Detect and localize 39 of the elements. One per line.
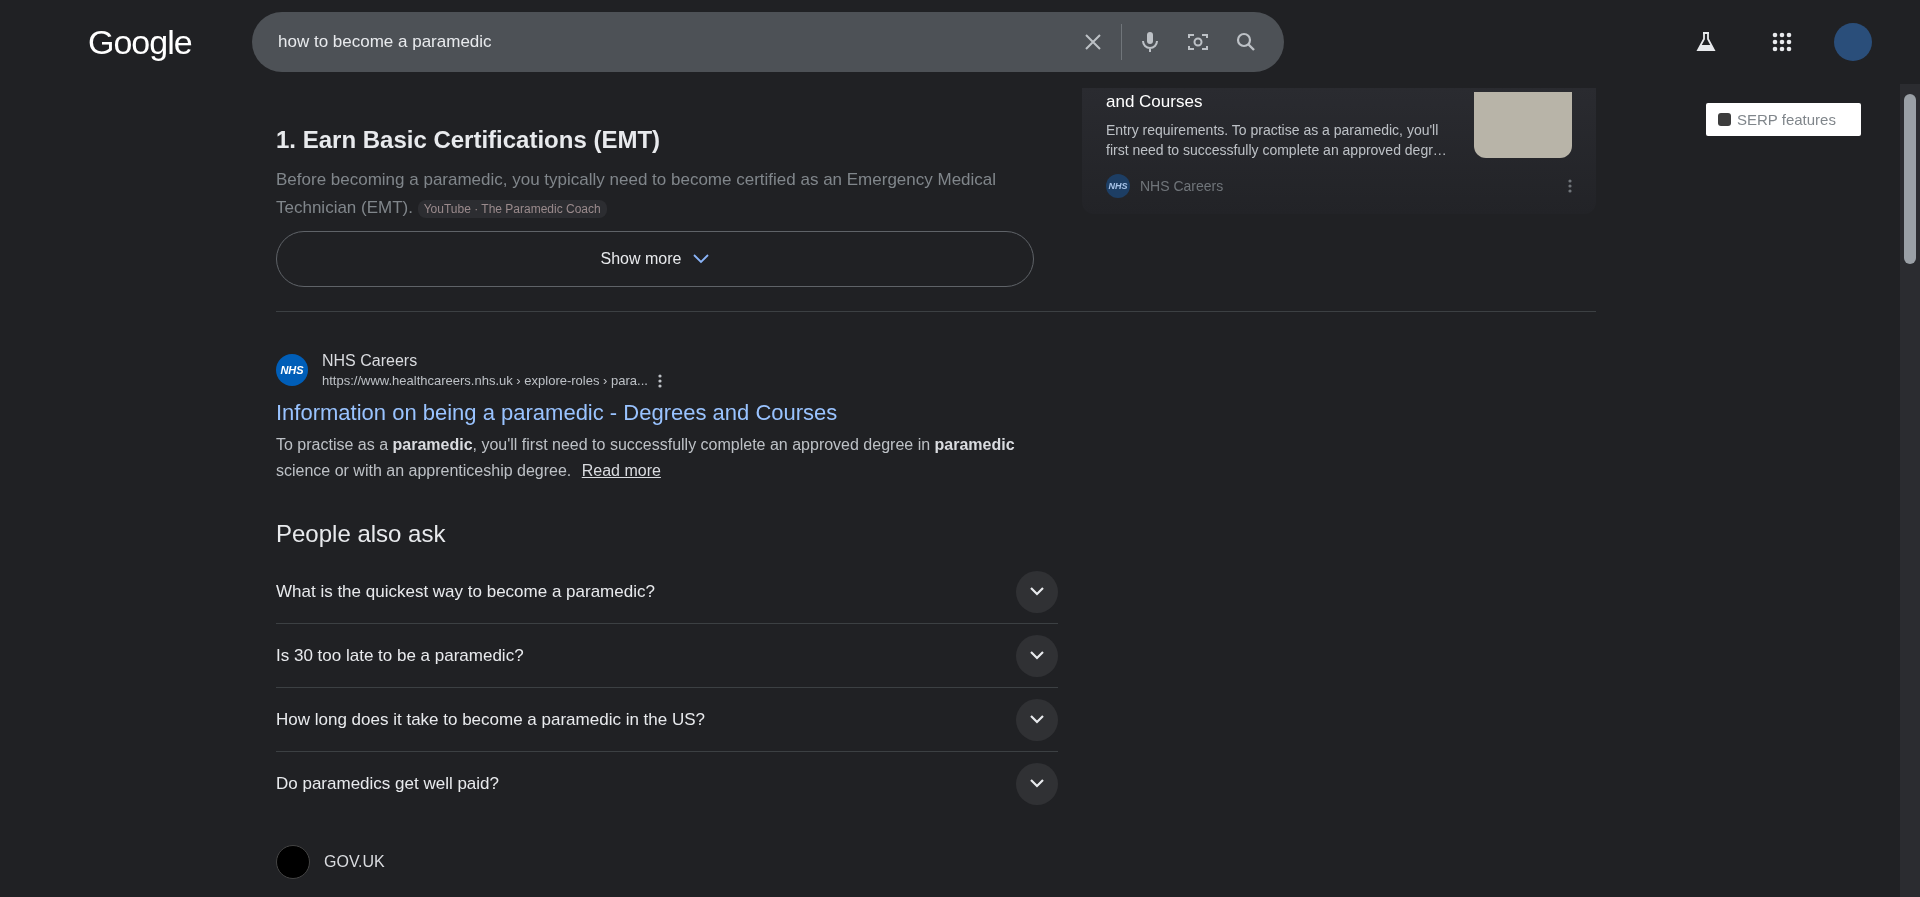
more-options-icon[interactable] xyxy=(657,373,662,388)
scrollbar-thumb[interactable] xyxy=(1904,94,1916,264)
chevron-down-icon xyxy=(1030,715,1044,724)
site-favicon: NHS xyxy=(276,354,308,386)
section-heading: People also ask xyxy=(276,520,447,548)
card-snippet: Entry requirements. To practise as a paramedic, you'll first need to successfully complete an approved degr… xyxy=(1106,121,1448,160)
chevron-down-icon xyxy=(1030,587,1044,596)
apps-grid-icon[interactable] xyxy=(1770,30,1794,54)
result-url[interactable]: https://www.healthcareers.nhs.uk › explore-roles › para... xyxy=(322,373,648,388)
read-more-link[interactable]: Read more xyxy=(581,462,661,479)
expand-button[interactable] xyxy=(1016,570,1058,613)
chevron-down-icon xyxy=(1030,651,1044,660)
question-item[interactable]: Is 30 too late to be a paramedic? xyxy=(276,624,1058,688)
question-item[interactable]: How long does it take to become a paramedic in the US? xyxy=(276,688,1058,752)
question-item[interactable]: Do paramedics get well paid? xyxy=(276,752,1058,815)
chevron-down-icon xyxy=(693,254,710,264)
result-snippet: To practise as a paramedic, you'll first need to successfully complete an approved degree in paramedic science or with an apprenticeship degree. Read more xyxy=(276,435,1016,481)
result-title-link[interactable]: Information on being a paramedic - Degrees and Courses xyxy=(276,400,1058,426)
card-title: and Courses xyxy=(1106,92,1204,112)
google-logo[interactable]: Google xyxy=(88,22,238,62)
site-name: NHS Careers xyxy=(322,352,419,370)
chevron-down-icon xyxy=(1030,779,1044,788)
checkbox[interactable] xyxy=(1718,113,1731,126)
search-bar[interactable]: how to become a paramedic xyxy=(252,12,1284,72)
expand-button[interactable] xyxy=(1016,698,1058,741)
serp-features-toggle[interactable]: SERP features xyxy=(1706,103,1861,136)
site-favicon xyxy=(276,845,310,879)
question-item[interactable]: What is the quickest way to become a paramedic? xyxy=(276,560,1058,624)
flask-icon[interactable] xyxy=(1694,30,1718,54)
expand-button[interactable] xyxy=(1016,634,1058,677)
site-favicon: NHS xyxy=(1106,174,1130,198)
source-chip[interactable]: YouTube · The Paramedic Coach xyxy=(417,200,607,218)
expand-button[interactable] xyxy=(1016,762,1058,805)
overview-text: Before becoming a paramedic, you typically need to become certified as an Emergency Medical Technician (EMT). YouTube · The Paramedic Coach xyxy=(276,169,998,220)
section-heading: 1. Earn Basic Certifications (EMT) xyxy=(276,126,662,154)
site-name: GOV.UK xyxy=(324,853,385,871)
result-card[interactable]: and Courses Entry requirements. To practise as a paramedic, you'll first need to successfully complete an approved degr… NHS NHS Careers xyxy=(1082,88,1596,214)
source-name: NHS Careers xyxy=(1140,178,1224,194)
search-input[interactable]: how to become a paramedic xyxy=(276,31,1069,53)
